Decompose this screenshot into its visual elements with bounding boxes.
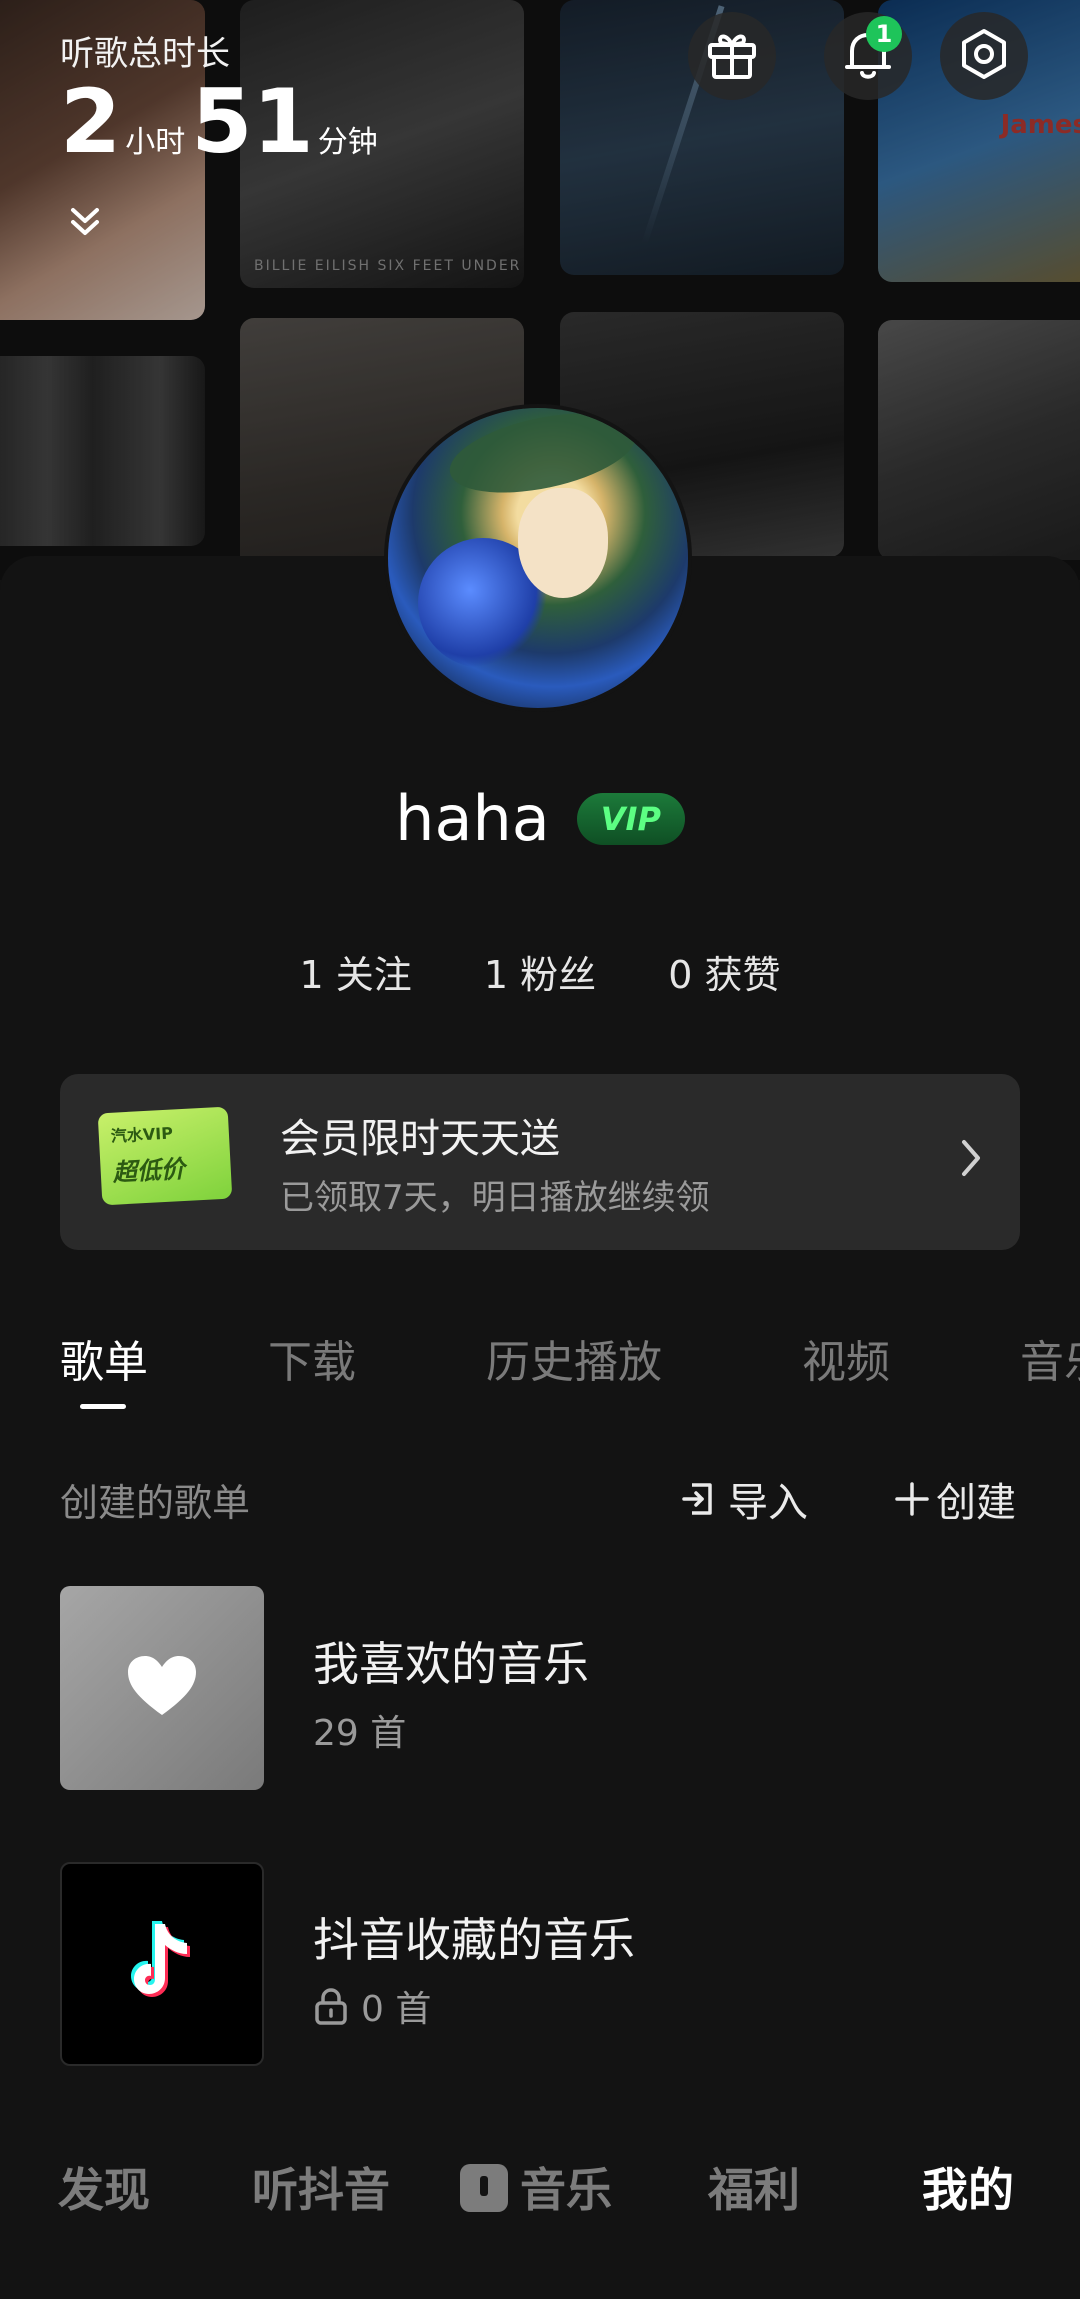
- nav-douyin[interactable]: 听抖音: [252, 2154, 390, 2220]
- tab-videos[interactable]: 视频: [802, 1326, 890, 1390]
- listen-duration-value: 2 小时 51 分钟: [60, 78, 384, 166]
- playlist-title: 抖音收藏的音乐: [313, 1913, 635, 1967]
- bottom-navigation: 发现 听抖音 音乐 福利 我的: [0, 2140, 1080, 2240]
- avatar[interactable]: [388, 408, 688, 708]
- nav-welfare[interactable]: 福利: [708, 2154, 800, 2220]
- profile-stats: 1 关注 1 粉丝 0 获赞: [0, 944, 1080, 999]
- gear-icon: [953, 23, 1015, 89]
- playlist-cover: [60, 1586, 264, 1790]
- expand-chevron-icon[interactable]: [68, 205, 102, 243]
- music-app-icon: [460, 2164, 508, 2212]
- gift-button[interactable]: [688, 12, 776, 100]
- douyin-logo-icon: [117, 1912, 207, 2016]
- vip-ticket-icon: 汽水VIP 超低价: [97, 1106, 233, 1206]
- listen-minutes: 51: [191, 70, 314, 173]
- vip-badge[interactable]: VIP: [576, 792, 685, 845]
- gift-icon: [701, 23, 763, 89]
- stat-likes[interactable]: 0 获赞: [668, 953, 780, 997]
- settings-button[interactable]: [940, 12, 1028, 100]
- stat-following[interactable]: 1 关注: [299, 953, 411, 997]
- created-playlists-heading: 创建的歌单: [60, 1481, 251, 1525]
- playlist-cover: [60, 1862, 264, 2066]
- content-tabs: 歌单 下载 历史播放 视频 音乐: [0, 1326, 1080, 1406]
- promo-title: 会员限时天天送: [280, 1116, 560, 1162]
- profile-name-row: haha VIP: [0, 782, 1080, 855]
- nav-me[interactable]: 我的: [922, 2154, 1014, 2220]
- plus-icon: [892, 1479, 932, 1519]
- notification-badge: 1: [866, 16, 902, 52]
- playlist-title: 我喜欢的音乐: [313, 1637, 589, 1691]
- promo-subtitle: 已领取7天，明日播放继续领: [280, 1178, 710, 1218]
- playlist-item-liked[interactable]: 我喜欢的音乐 29 首: [60, 1586, 1020, 1790]
- username[interactable]: haha: [395, 782, 550, 855]
- stat-followers[interactable]: 1 粉丝: [484, 953, 596, 997]
- nav-music[interactable]: 音乐: [460, 2154, 612, 2220]
- import-button[interactable]: 导入: [678, 1470, 808, 1528]
- listen-hours: 2: [60, 70, 122, 173]
- playlist-item-douyin[interactable]: 抖音收藏的音乐 0 首: [60, 1862, 1020, 2066]
- active-tab-indicator: [80, 1404, 126, 1409]
- import-icon: [678, 1479, 718, 1519]
- create-playlist-button[interactable]: 创建: [892, 1470, 1016, 1528]
- tab-downloads[interactable]: 下载: [268, 1326, 356, 1390]
- tab-music[interactable]: 音乐: [1020, 1326, 1080, 1390]
- listen-minutes-unit: 分钟: [317, 125, 378, 160]
- heart-icon: [125, 1653, 199, 1723]
- playlist-count-row: 0 首: [313, 1980, 431, 2032]
- playlist-count: 29 首: [313, 1713, 407, 1754]
- chevron-right-icon: [958, 1136, 984, 1184]
- listen-hours-unit: 小时: [125, 125, 186, 160]
- listen-duration-title: 听歌总时长: [60, 34, 230, 74]
- nav-discover[interactable]: 发现: [58, 2154, 150, 2220]
- lock-icon: [313, 1986, 349, 2026]
- tab-playlists[interactable]: 歌单: [60, 1326, 148, 1390]
- vip-promo-banner[interactable]: 汽水VIP 超低价 会员限时天天送 已领取7天，明日播放继续领: [60, 1074, 1020, 1250]
- tab-history[interactable]: 历史播放: [486, 1326, 662, 1390]
- playlist-count: 0 首: [361, 1989, 432, 2030]
